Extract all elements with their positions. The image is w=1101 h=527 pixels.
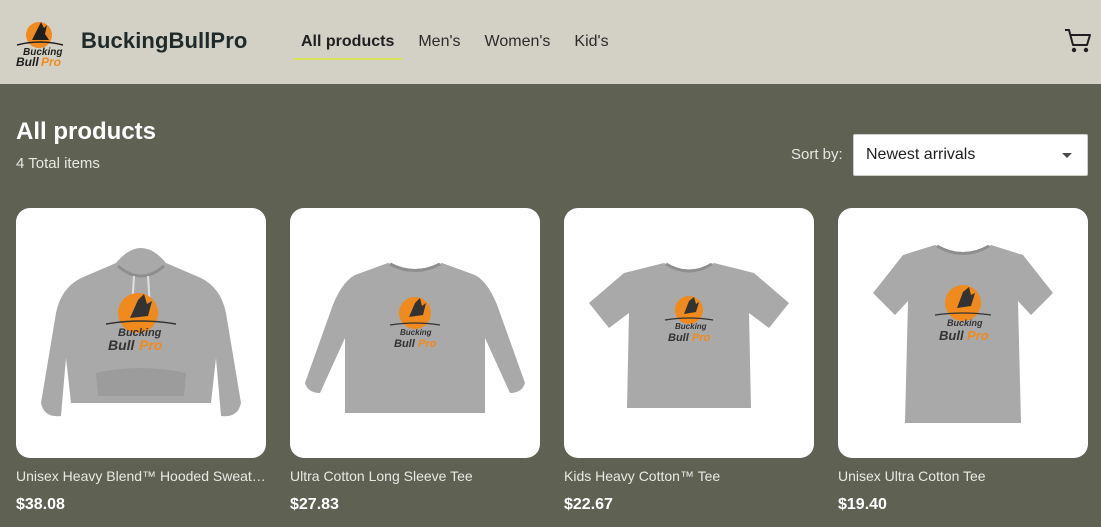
logo-text-bucking: Bucking [675, 322, 707, 331]
kids-tee-image: Bucking Bull Pro [589, 262, 789, 408]
product-card[interactable]: Bucking Bull Pro Unisex Heavy Blend™ Hoo… [16, 208, 266, 514]
brand-name[interactable]: BuckingBullPro [81, 28, 247, 54]
product-price: $22.67 [564, 496, 613, 513]
logo-text-pro: Pro [418, 338, 437, 350]
product-card[interactable]: Bucking Bull Pro Kids Heavy Cotton™ Tee … [564, 208, 814, 514]
longsleeve-image: Bucking Bull Pro [305, 262, 525, 413]
logo-text-bull: Bull [108, 337, 136, 353]
logo-text-bucking: Bucking [400, 328, 432, 337]
product-card[interactable]: Bucking Bull Pro Ultra Cotton Long Sleev… [290, 208, 540, 514]
product-image[interactable]: Bucking Bull Pro [16, 208, 266, 458]
product-name[interactable]: Kids Heavy Cotton™ Tee [564, 468, 814, 484]
product-price: $38.08 [16, 496, 65, 513]
logo-text-bucking: Bucking [947, 318, 983, 328]
main-nav: All products Men's Women's Kid's [293, 0, 625, 84]
product-name[interactable]: Ultra Cotton Long Sleeve Tee [290, 468, 540, 484]
hoodie-image: Bucking Bull Pro [41, 248, 241, 417]
logo-text-bull: Bull [16, 55, 39, 68]
logo-text-pro: Pro [967, 328, 989, 343]
product-card[interactable]: Bucking Bull Pro Unisex Ultra Cotton Tee… [838, 208, 1088, 514]
sort-select[interactable]: Newest arrivals [853, 134, 1088, 176]
page-title: All products [16, 118, 157, 145]
product-grid: Bucking Bull Pro Unisex Heavy Blend™ Hoo… [16, 208, 1088, 514]
site-header: Bucking Bull Pro BuckingBullPro All prod… [0, 0, 1101, 84]
product-name[interactable]: Unisex Ultra Cotton Tee [838, 468, 1088, 484]
product-name[interactable]: Unisex Heavy Blend™ Hooded Sweatshirt [16, 468, 266, 484]
nav-womens[interactable]: Women's [477, 0, 559, 84]
tee-image: Bucking Bull Pro [873, 244, 1053, 423]
nav-kids[interactable]: Kid's [566, 0, 616, 84]
total-items: 4 Total items [16, 155, 100, 172]
product-image[interactable]: Bucking Bull Pro [290, 208, 540, 458]
product-image[interactable]: Bucking Bull Pro [838, 208, 1088, 458]
sort-label: Sort by: [791, 146, 843, 163]
brand-logo[interactable]: Bucking Bull Pro [14, 18, 66, 68]
product-price: $27.83 [290, 496, 339, 513]
nav-all-products[interactable]: All products [293, 0, 403, 84]
product-image[interactable]: Bucking Bull Pro [564, 208, 814, 458]
logo-text-bull: Bull [939, 328, 964, 343]
chevron-down-icon [1062, 153, 1072, 158]
logo-text-bull: Bull [394, 338, 416, 350]
sort-select-value: Newest arrivals [866, 146, 976, 163]
logo-text-pro: Pro [692, 332, 711, 344]
nav-mens[interactable]: Men's [410, 0, 468, 84]
product-price: $19.40 [838, 496, 887, 513]
logo-text-pro: Pro [139, 337, 163, 353]
logo-text-bull: Bull [668, 332, 690, 344]
logo-text-pro: Pro [41, 55, 61, 68]
cart-icon[interactable] [1064, 27, 1092, 55]
